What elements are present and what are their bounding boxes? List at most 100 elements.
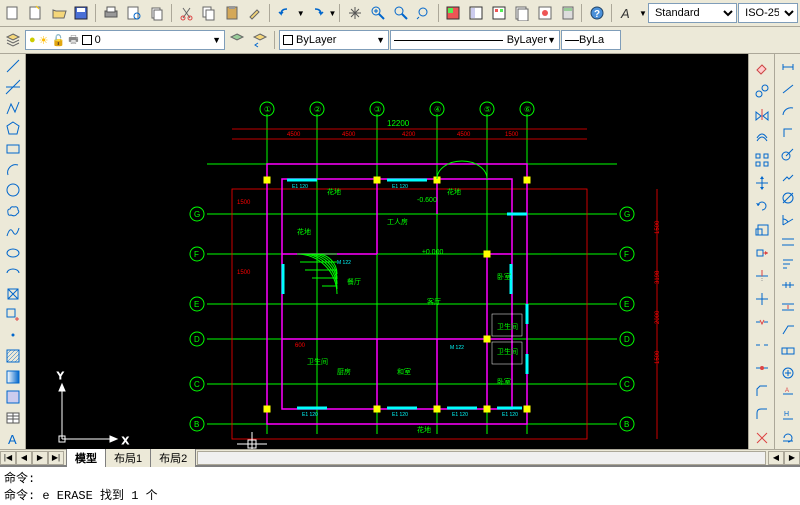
- properties-button[interactable]: [443, 2, 465, 24]
- pline-tool[interactable]: [2, 98, 24, 117]
- revcloud-tool[interactable]: [2, 202, 24, 221]
- dim-linear-tool[interactable]: [777, 57, 799, 77]
- explode-tool[interactable]: [751, 427, 773, 448]
- publish-button[interactable]: [146, 2, 168, 24]
- hscroll-track[interactable]: [197, 451, 766, 465]
- gradient-tool[interactable]: [2, 367, 24, 386]
- ellipse-arc-tool[interactable]: [2, 264, 24, 283]
- rectangle-tool[interactable]: [2, 140, 24, 159]
- stretch-tool[interactable]: [751, 242, 773, 263]
- dim-text-edit-tool[interactable]: H: [777, 406, 799, 426]
- dim-quick-tool[interactable]: [777, 232, 799, 252]
- zoom-realtime-button[interactable]: [367, 2, 389, 24]
- layer-manager-button[interactable]: [2, 29, 24, 51]
- layout1-tab[interactable]: 布局1: [105, 448, 151, 467]
- dim-style-combo[interactable]: ISO-25: [738, 3, 798, 23]
- color-combo[interactable]: ByLayer ▼: [279, 30, 389, 50]
- open-button[interactable]: [48, 2, 70, 24]
- model-viewport[interactable]: 12200 ① ② ③ ④ ⑤ ⑥ G F E D C B G F E D C …: [26, 54, 748, 449]
- cut-button[interactable]: [176, 2, 198, 24]
- save-button[interactable]: [70, 2, 92, 24]
- zoom-prev-button[interactable]: [413, 2, 435, 24]
- redo-dropdown[interactable]: ▼: [328, 9, 336, 18]
- command-window[interactable]: 命令: 命令: e ERASE 找到 1 个: [0, 465, 800, 505]
- help-button[interactable]: ?: [586, 2, 608, 24]
- linetype-combo[interactable]: ByLayer ▼: [390, 30, 560, 50]
- text-style-combo[interactable]: Standard: [648, 3, 737, 23]
- markup-button[interactable]: [534, 2, 556, 24]
- tolerance-tool[interactable]: [777, 341, 799, 361]
- tab-prev-button[interactable]: ◀: [16, 451, 32, 465]
- design-center-button[interactable]: [465, 2, 487, 24]
- line-tool[interactable]: [2, 57, 24, 76]
- xline-tool[interactable]: [2, 78, 24, 97]
- undo-button[interactable]: [274, 2, 296, 24]
- dim-update-tool[interactable]: [777, 428, 799, 448]
- textstyle-arrow[interactable]: ▼: [639, 9, 647, 18]
- undo-dropdown[interactable]: ▼: [297, 9, 305, 18]
- table-tool[interactable]: [2, 409, 24, 428]
- point-tool[interactable]: [2, 326, 24, 345]
- chamfer-tool[interactable]: [751, 381, 773, 402]
- trim-tool[interactable]: [751, 265, 773, 286]
- circle-tool[interactable]: [2, 181, 24, 200]
- preview-button[interactable]: [123, 2, 145, 24]
- extend-tool[interactable]: [751, 288, 773, 309]
- dim-diameter-tool[interactable]: [777, 188, 799, 208]
- layer-prev-button[interactable]: [249, 29, 271, 51]
- dim-angular-tool[interactable]: [777, 210, 799, 230]
- dim-ordinate-tool[interactable]: [777, 122, 799, 142]
- mirror-tool[interactable]: [751, 103, 773, 124]
- model-tab[interactable]: 模型: [66, 448, 106, 467]
- make-block-tool[interactable]: [2, 305, 24, 324]
- tab-next-button[interactable]: ▶: [32, 451, 48, 465]
- dim-baseline-tool[interactable]: [777, 253, 799, 273]
- layout2-tab[interactable]: 布局2: [150, 448, 196, 467]
- center-mark-tool[interactable]: [777, 363, 799, 383]
- ellipse-tool[interactable]: [2, 243, 24, 262]
- leader-tool[interactable]: [777, 319, 799, 339]
- dim-radius-tool[interactable]: [777, 144, 799, 164]
- dim-space-tool[interactable]: [777, 297, 799, 317]
- qnew-button[interactable]: [2, 2, 24, 24]
- dim-edit-tool[interactable]: A: [777, 384, 799, 404]
- match-button[interactable]: [244, 2, 266, 24]
- erase-tool[interactable]: [751, 57, 773, 78]
- break-tool[interactable]: [751, 311, 773, 332]
- print-button[interactable]: [100, 2, 122, 24]
- layer-dropdown-arrow[interactable]: ▼: [212, 35, 221, 45]
- linetype-dropdown-arrow[interactable]: ▼: [547, 35, 556, 45]
- layer-states-button[interactable]: [226, 29, 248, 51]
- tab-first-button[interactable]: |◀: [0, 451, 16, 465]
- scale-tool[interactable]: [751, 219, 773, 240]
- dim-continue-tool[interactable]: [777, 275, 799, 295]
- lineweight-combo[interactable]: ByLa: [561, 30, 621, 50]
- redo-button[interactable]: [306, 2, 328, 24]
- arc-tool[interactable]: [2, 160, 24, 179]
- dim-arc-tool[interactable]: [777, 101, 799, 121]
- dim-aligned-tool[interactable]: [777, 79, 799, 99]
- join-tool[interactable]: [751, 358, 773, 379]
- sheet-set-button[interactable]: [511, 2, 533, 24]
- region-tool[interactable]: [2, 388, 24, 407]
- calc-button[interactable]: [557, 2, 579, 24]
- copy-tool[interactable]: [751, 80, 773, 101]
- paste-button[interactable]: [221, 2, 243, 24]
- move-tool[interactable]: [751, 173, 773, 194]
- zoom-window-button[interactable]: [390, 2, 412, 24]
- new-button[interactable]: [25, 2, 47, 24]
- spline-tool[interactable]: [2, 223, 24, 242]
- pan-button[interactable]: [344, 2, 366, 24]
- copy-button[interactable]: [198, 2, 220, 24]
- hscroll-left[interactable]: ◀: [768, 451, 784, 465]
- layer-combo[interactable]: ● ☀ 🔓 🖶 0 ▼: [25, 30, 225, 50]
- rotate-tool[interactable]: [751, 196, 773, 217]
- tool-palette-button[interactable]: [488, 2, 510, 24]
- mtext-tool[interactable]: A: [2, 429, 24, 448]
- color-dropdown-arrow[interactable]: ▼: [376, 35, 385, 45]
- dim-jogged-tool[interactable]: [777, 166, 799, 186]
- polygon-tool[interactable]: [2, 119, 24, 138]
- tab-last-button[interactable]: ▶|: [48, 451, 64, 465]
- insert-block-tool[interactable]: [2, 285, 24, 304]
- offset-tool[interactable]: [751, 126, 773, 147]
